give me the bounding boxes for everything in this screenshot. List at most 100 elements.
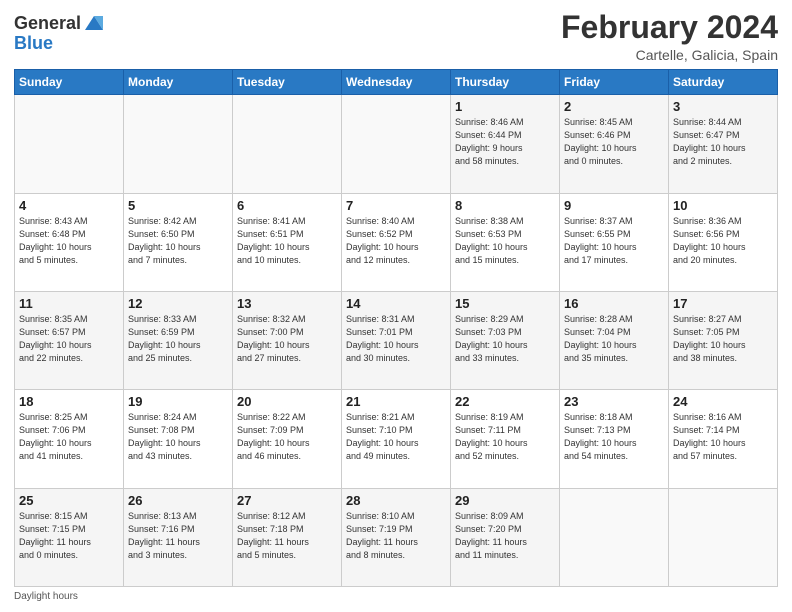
calendar-cell [669, 488, 778, 586]
col-tuesday: Tuesday [233, 70, 342, 95]
day-number: 24 [673, 394, 773, 409]
footer-note: Daylight hours [14, 591, 778, 602]
calendar-cell: 12Sunrise: 8:33 AM Sunset: 6:59 PM Dayli… [124, 291, 233, 389]
calendar-cell: 23 Sunrise: 8:18 AM Sunset: 7:13 PM Dayli… [560, 390, 669, 488]
day-number: 23 [564, 394, 664, 409]
day-info: Sunrise: 8:43 AM Sunset: 6:48 PM Dayligh… [19, 215, 119, 267]
calendar-cell: 21Sunrise: 8:21 AM Sunset: 7:10 PM Dayli… [342, 390, 451, 488]
calendar-cell: 25 Sunrise: 8:15 AM Sunset: 7:15 PM Dayli… [15, 488, 124, 586]
day-number: 21 [346, 394, 446, 409]
day-number: 13 [237, 296, 337, 311]
calendar-cell [233, 95, 342, 193]
calendar-cell: 3 Sunrise: 8:44 AM Sunset: 6:47 PM Daylig… [669, 95, 778, 193]
calendar-cell: 17 Sunrise: 8:27 AM Sunset: 7:05 PM Dayli… [669, 291, 778, 389]
day-number: 16 [564, 296, 664, 311]
day-info: Sunrise: 8:24 AM Sunset: 7:08 PM Dayligh… [128, 411, 228, 463]
calendar-week-5: 25 Sunrise: 8:15 AM Sunset: 7:15 PM Dayli… [15, 488, 778, 586]
day-info: Sunrise: 8:09 AM Sunset: 7:20 PM Dayligh… [455, 510, 555, 562]
day-number: 3 [673, 99, 773, 114]
calendar-cell: 4 Sunrise: 8:43 AM Sunset: 6:48 PM Daylig… [15, 193, 124, 291]
day-number: 2 [564, 99, 664, 114]
calendar-week-3: 11 Sunrise: 8:35 AM Sunset: 6:57 PM Dayli… [15, 291, 778, 389]
day-info: Sunrise: 8:41 AM Sunset: 6:51 PM Dayligh… [237, 215, 337, 267]
day-number: 7 [346, 198, 446, 213]
calendar-cell: 19Sunrise: 8:24 AM Sunset: 7:08 PM Dayli… [124, 390, 233, 488]
day-number: 22 [455, 394, 555, 409]
day-number: 25 [19, 493, 119, 508]
day-info: Sunrise: 8:38 AM Sunset: 6:53 PM Dayligh… [455, 215, 555, 267]
calendar-cell: 29Sunrise: 8:09 AM Sunset: 7:20 PM Dayli… [451, 488, 560, 586]
day-info: Sunrise: 8:15 AM Sunset: 7:15 PM Dayligh… [19, 510, 119, 562]
col-thursday: Thursday [451, 70, 560, 95]
calendar-cell: 10 Sunrise: 8:36 AM Sunset: 6:56 PM Dayli… [669, 193, 778, 291]
logo-general: General [14, 14, 81, 34]
calendar-cell: 15 Sunrise: 8:29 AM Sunset: 7:03 PM Dayli… [451, 291, 560, 389]
day-info: Sunrise: 8:10 AM Sunset: 7:19 PM Dayligh… [346, 510, 446, 562]
day-number: 9 [564, 198, 664, 213]
calendar-cell: 20 Sunrise: 8:22 AM Sunset: 7:09 PM Dayli… [233, 390, 342, 488]
day-info: Sunrise: 8:13 AM Sunset: 7:16 PM Dayligh… [128, 510, 228, 562]
calendar-cell [15, 95, 124, 193]
day-number: 6 [237, 198, 337, 213]
col-friday: Friday [560, 70, 669, 95]
day-info: Sunrise: 8:46 AM Sunset: 6:44 PM Dayligh… [455, 116, 555, 168]
calendar-cell: 18 Sunrise: 8:25 AM Sunset: 7:06 PM Dayli… [15, 390, 124, 488]
calendar-cell: 9 Sunrise: 8:37 AM Sunset: 6:55 PM Daylig… [560, 193, 669, 291]
calendar-cell: 11 Sunrise: 8:35 AM Sunset: 6:57 PM Dayli… [15, 291, 124, 389]
calendar-cell [124, 95, 233, 193]
calendar-header-row: Sunday Monday Tuesday Wednesday Thursday… [15, 70, 778, 95]
calendar-cell: 26Sunrise: 8:13 AM Sunset: 7:16 PM Dayli… [124, 488, 233, 586]
calendar-cell: 28 Sunrise: 8:10 AM Sunset: 7:19 PM Dayli… [342, 488, 451, 586]
page: General Blue February 2024 Cartelle, Gal… [0, 0, 792, 612]
title-month: February 2024 [561, 10, 778, 45]
day-info: Sunrise: 8:42 AM Sunset: 6:50 PM Dayligh… [128, 215, 228, 267]
calendar-cell: 7 Sunrise: 8:40 AM Sunset: 6:52 PM Daylig… [342, 193, 451, 291]
day-info: Sunrise: 8:29 AM Sunset: 7:03 PM Dayligh… [455, 313, 555, 365]
calendar-cell: 1Sunrise: 8:46 AM Sunset: 6:44 PM Daylig… [451, 95, 560, 193]
day-number: 20 [237, 394, 337, 409]
calendar-cell: 27 Sunrise: 8:12 AM Sunset: 7:18 PM Dayli… [233, 488, 342, 586]
day-number: 27 [237, 493, 337, 508]
day-info: Sunrise: 8:18 AM Sunset: 7:13 PM Dayligh… [564, 411, 664, 463]
calendar-week-1: 1Sunrise: 8:46 AM Sunset: 6:44 PM Daylig… [15, 95, 778, 193]
day-info: Sunrise: 8:37 AM Sunset: 6:55 PM Dayligh… [564, 215, 664, 267]
day-number: 8 [455, 198, 555, 213]
day-info: Sunrise: 8:35 AM Sunset: 6:57 PM Dayligh… [19, 313, 119, 365]
day-info: Sunrise: 8:36 AM Sunset: 6:56 PM Dayligh… [673, 215, 773, 267]
day-number: 28 [346, 493, 446, 508]
col-monday: Monday [124, 70, 233, 95]
calendar-cell: 24 Sunrise: 8:16 AM Sunset: 7:14 PM Dayli… [669, 390, 778, 488]
day-info: Sunrise: 8:12 AM Sunset: 7:18 PM Dayligh… [237, 510, 337, 562]
calendar-cell: 13 Sunrise: 8:32 AM Sunset: 7:00 PM Dayli… [233, 291, 342, 389]
day-info: Sunrise: 8:27 AM Sunset: 7:05 PM Dayligh… [673, 313, 773, 365]
day-info: Sunrise: 8:25 AM Sunset: 7:06 PM Dayligh… [19, 411, 119, 463]
day-number: 4 [19, 198, 119, 213]
day-number: 17 [673, 296, 773, 311]
calendar-cell: 14Sunrise: 8:31 AM Sunset: 7:01 PM Dayli… [342, 291, 451, 389]
day-number: 18 [19, 394, 119, 409]
calendar-cell: 2Sunrise: 8:45 AM Sunset: 6:46 PM Daylig… [560, 95, 669, 193]
logo-blue: Blue [14, 34, 105, 54]
day-number: 11 [19, 296, 119, 311]
col-sunday: Sunday [15, 70, 124, 95]
header: General Blue February 2024 Cartelle, Gal… [14, 10, 778, 63]
calendar-week-4: 18 Sunrise: 8:25 AM Sunset: 7:06 PM Dayli… [15, 390, 778, 488]
col-saturday: Saturday [669, 70, 778, 95]
title-location: Cartelle, Galicia, Spain [561, 47, 778, 63]
day-info: Sunrise: 8:16 AM Sunset: 7:14 PM Dayligh… [673, 411, 773, 463]
day-number: 14 [346, 296, 446, 311]
day-number: 15 [455, 296, 555, 311]
calendar-cell: 8 Sunrise: 8:38 AM Sunset: 6:53 PM Daylig… [451, 193, 560, 291]
day-info: Sunrise: 8:33 AM Sunset: 6:59 PM Dayligh… [128, 313, 228, 365]
day-info: Sunrise: 8:32 AM Sunset: 7:00 PM Dayligh… [237, 313, 337, 365]
daylight-label: Daylight hours [14, 591, 78, 602]
day-number: 10 [673, 198, 773, 213]
logo-text: General Blue [14, 14, 105, 54]
logo: General Blue [14, 14, 105, 54]
day-number: 5 [128, 198, 228, 213]
day-info: Sunrise: 8:44 AM Sunset: 6:47 PM Dayligh… [673, 116, 773, 168]
day-info: Sunrise: 8:22 AM Sunset: 7:09 PM Dayligh… [237, 411, 337, 463]
day-info: Sunrise: 8:40 AM Sunset: 6:52 PM Dayligh… [346, 215, 446, 267]
calendar-cell [342, 95, 451, 193]
title-block: February 2024 Cartelle, Galicia, Spain [561, 10, 778, 63]
